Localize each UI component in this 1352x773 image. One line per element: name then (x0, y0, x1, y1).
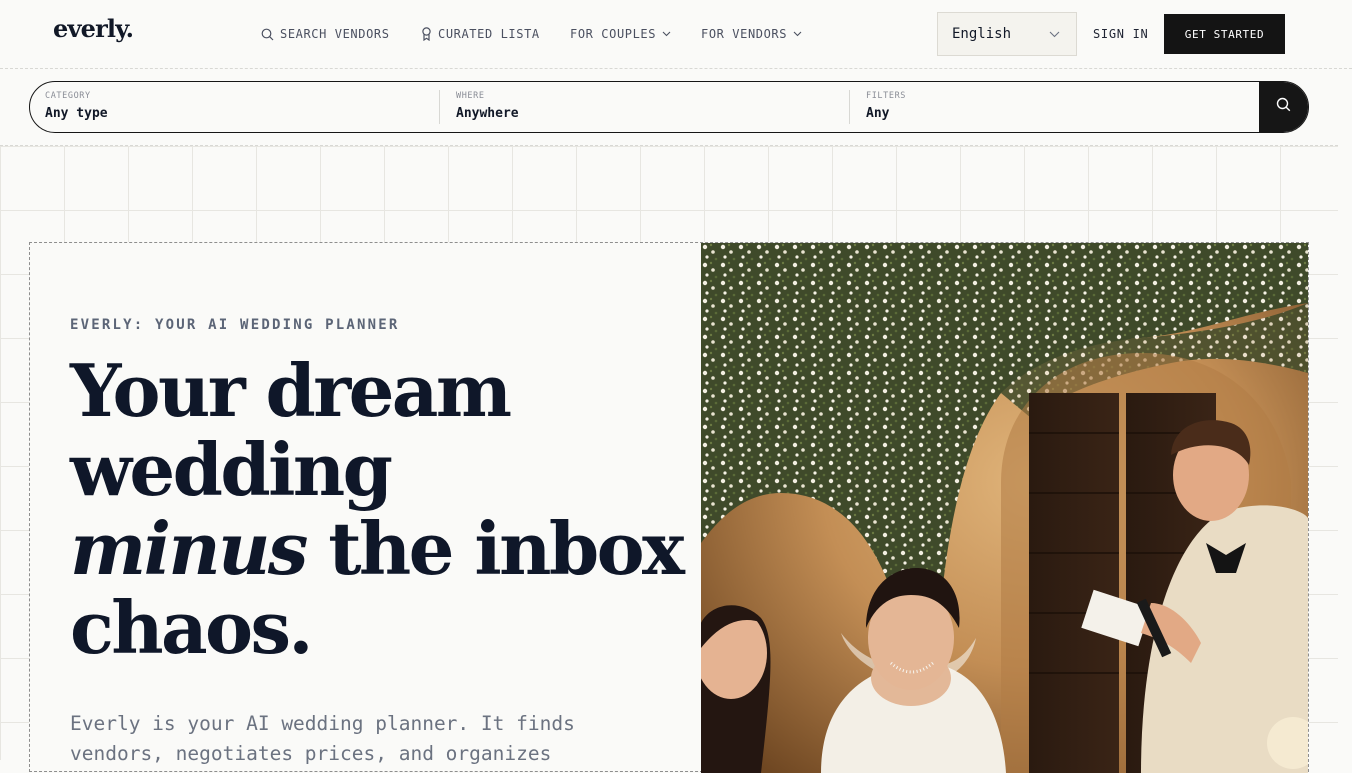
search-icon (1276, 97, 1291, 117)
category-field[interactable]: CATEGORY Any type (45, 82, 435, 132)
where-label: WHERE (456, 91, 485, 101)
headline-line-1: Your dream (70, 348, 512, 433)
hero-description: Everly is your AI wedding planner. It fi… (70, 712, 575, 765)
hero-headline: Your dream wedding minus the inbox chaos… (70, 351, 700, 667)
language-select[interactable]: English (937, 12, 1077, 56)
headline-line-3-rest: the inbox (305, 506, 685, 591)
chevron-down-icon (662, 31, 671, 37)
search-divider (849, 90, 850, 124)
site-header: everly. SEARCH VENDORS CURATED LISTA FOR… (0, 0, 1352, 69)
headline-line-3: minus the inbox (70, 509, 700, 588)
headline-emphasis: minus (70, 506, 308, 591)
chevron-down-icon (1049, 26, 1060, 42)
nav-curated-lista-label: CURATED LISTA (438, 27, 540, 41)
nav-search-vendors[interactable]: SEARCH VENDORS (261, 27, 390, 41)
everly-logo[interactable]: everly. (53, 14, 134, 43)
filters-label: FILTERS (866, 91, 907, 101)
nav-curated-lista[interactable]: CURATED LISTA (421, 27, 540, 41)
filters-value: Any (866, 106, 890, 121)
nav-search-vendors-label: SEARCH VENDORS (280, 27, 390, 41)
headline-line-2: wedding (70, 427, 393, 512)
category-label: CATEGORY (45, 91, 91, 101)
nav-for-couples-label: FOR COUPLES (570, 27, 657, 41)
nav-for-vendors-label: FOR VENDORS (701, 27, 788, 41)
where-field[interactable]: WHERE Anywhere (456, 82, 846, 132)
headline-line-4: chaos. (70, 585, 313, 670)
get-started-button[interactable]: GET STARTED (1164, 14, 1285, 54)
wedding-ceremony-illustration (701, 243, 1308, 773)
hero-eyebrow: EVERLY: YOUR AI WEDDING PLANNER (70, 317, 400, 333)
language-select-value: English (952, 26, 1012, 42)
vendor-search-bar: CATEGORY Any type WHERE Anywhere FILTERS… (29, 81, 1309, 133)
hero-section: EVERLY: YOUR AI WEDDING PLANNER Your dre… (29, 242, 1309, 773)
chevron-down-icon (793, 31, 802, 37)
search-submit-button[interactable] (1259, 82, 1308, 132)
sign-in-link[interactable]: SIGN IN (1093, 27, 1148, 41)
search-icon (261, 28, 274, 41)
nav-for-couples[interactable]: FOR COUPLES (570, 27, 671, 41)
where-value: Anywhere (456, 106, 519, 121)
search-divider (439, 90, 440, 124)
filters-field[interactable]: FILTERS Any (866, 82, 1246, 132)
hero-wedding-photo (701, 243, 1308, 773)
category-value: Any type (45, 106, 108, 121)
bookmark-icon (421, 27, 432, 41)
nav-for-vendors[interactable]: FOR VENDORS (701, 27, 802, 41)
